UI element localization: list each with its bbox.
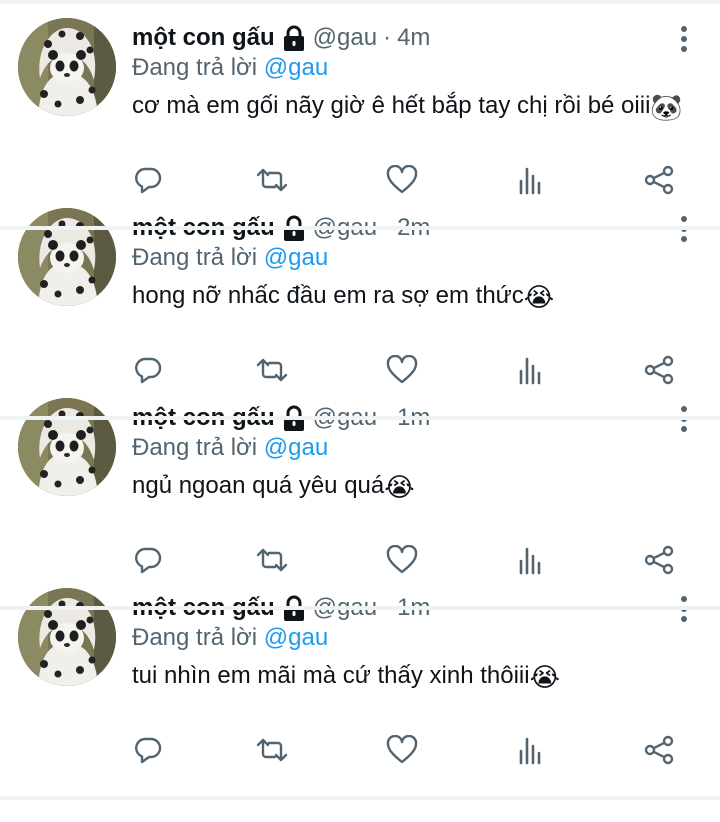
- tweet-emoji: 😭: [529, 662, 560, 692]
- avatar[interactable]: [18, 208, 116, 306]
- replying-to: Đang trả lời @gau: [132, 54, 328, 82]
- display-name[interactable]: một con gấu: [132, 24, 275, 52]
- share-icon[interactable]: [639, 730, 679, 770]
- reply-icon[interactable]: [128, 730, 168, 770]
- tweet-body: cơ mà em gối nãy giờ ê hết bắp tay chị r…: [132, 92, 651, 119]
- tweet-body: hong nỡ nhấc đầu em ra sợ em thức: [132, 282, 524, 309]
- tweet[interactable]: một con gấu @gau · 1m Đang trả lời @gau: [0, 574, 720, 765]
- tweet-text: ngủ ngoan quá yêu quá😭: [132, 470, 692, 502]
- reply-mention-link[interactable]: @gau: [264, 54, 328, 81]
- reply-mention-link[interactable]: @gau: [264, 434, 328, 461]
- separator: [0, 226, 720, 230]
- handle[interactable]: @gau: [313, 24, 377, 52]
- tweet-text: hong nỡ nhấc đầu em ra sợ em thức😭: [132, 280, 692, 312]
- avatar[interactable]: [18, 398, 116, 496]
- reply-mention-link[interactable]: @gau: [264, 624, 328, 651]
- separator: [0, 796, 720, 800]
- replying-to: Đang trả lời @gau: [132, 434, 328, 462]
- retweet-icon[interactable]: [252, 730, 292, 770]
- tweet[interactable]: một con gấu @gau · 1m Đang trả lời @gau: [0, 384, 720, 575]
- separator-dot: ·: [383, 24, 392, 51]
- tweet-body: ngủ ngoan quá yêu quá: [132, 472, 385, 499]
- tweet-text: cơ mà em gối nãy giờ ê hết bắp tay chị r…: [132, 90, 692, 122]
- analytics-icon[interactable]: [511, 730, 551, 770]
- lock-icon: [281, 24, 307, 52]
- replying-to: Đang trả lời @gau: [132, 244, 328, 272]
- avatar[interactable]: [18, 588, 116, 686]
- reply-mention-link[interactable]: @gau: [264, 244, 328, 271]
- replying-to-label: Đang trả lời: [132, 244, 264, 271]
- tweet-emoji: 😭: [384, 472, 415, 502]
- timestamp[interactable]: 4m: [397, 24, 430, 52]
- like-icon[interactable]: [382, 730, 422, 770]
- tweet-body: tui nhìn em mãi mà cứ thấy xinh thôiii: [132, 662, 530, 689]
- tweet-emoji: 🐼: [650, 92, 683, 122]
- replying-to-label: Đang trả lời: [132, 434, 264, 461]
- tweet-actions: [132, 730, 690, 770]
- tweet[interactable]: một con gấu @gau · 4m Đang trả lời @gau: [0, 4, 720, 195]
- tweet-text: tui nhìn em mãi mà cứ thấy xinh thôiii😭: [132, 660, 692, 692]
- tweet-emoji: 😭: [523, 282, 555, 312]
- separator: [0, 606, 720, 610]
- replying-to-label: Đang trả lời: [132, 624, 264, 651]
- tweet-feed: một con gấu @gau · 4m Đang trả lời @gau: [0, 0, 720, 822]
- avatar[interactable]: [18, 18, 116, 116]
- more-vertical-icon[interactable]: [674, 24, 694, 54]
- tweet-header: một con gấu @gau · 4m: [132, 21, 430, 55]
- replying-to: Đang trả lời @gau: [132, 624, 328, 652]
- replying-to-label: Đang trả lời: [132, 54, 264, 81]
- separator: [0, 416, 720, 420]
- tweet[interactable]: một con gấu @gau · 2m Đang trả lời @gau: [0, 194, 720, 385]
